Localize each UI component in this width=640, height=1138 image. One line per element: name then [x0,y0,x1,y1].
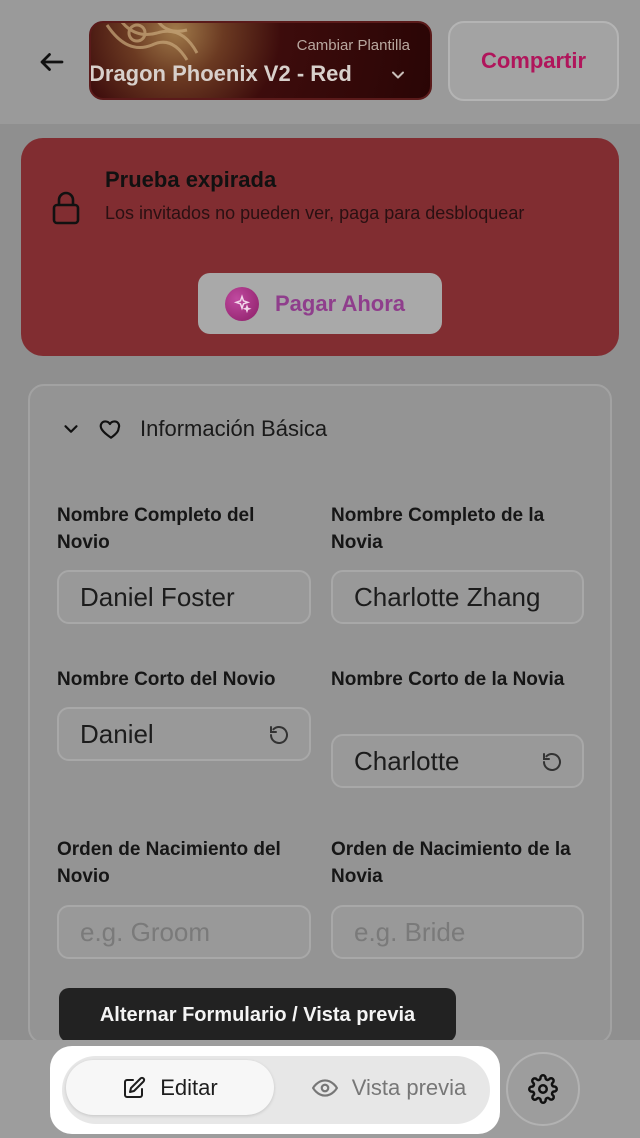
gear-icon [528,1074,558,1104]
reset-icon[interactable] [267,723,291,747]
form-preview-toggle: Editar Vista previa [50,1046,500,1134]
top-header: Cambiar Plantilla Dragon Phoenix V2 - Re… [0,0,640,124]
arrow-left-icon [40,53,64,71]
bride-short-name-input[interactable]: Charlotte [331,734,584,788]
pay-now-label: Pagar Ahora [275,290,406,316]
section-title: Información Básica [140,416,328,441]
toggle-tooltip: Alternar Formulario / Vista previa [59,988,456,1042]
bride-full-name-input[interactable]: Charlotte Zhang [331,570,584,624]
heart-icon [99,420,121,439]
toggle-track: Editar Vista previa [62,1056,490,1124]
edit-label: Editar [160,1074,218,1100]
preview-tab[interactable]: Vista previa [292,1060,486,1115]
back-button[interactable] [30,40,74,84]
pencil-square-icon [124,1076,146,1098]
eye-icon [311,1078,338,1097]
groom-birth-order-label: Orden de Nacimiento del Novio [57,839,281,887]
settings-button[interactable] [506,1052,580,1126]
basic-info-card: Información Básica Nombre Completo del N… [28,384,612,1044]
share-button[interactable]: Compartir [448,21,619,101]
chevron-down-icon [392,71,404,79]
chevron-down-icon [64,425,78,433]
groom-short-name-label: Nombre Corto del Novio [57,669,276,690]
trial-expired-banner: Prueba expirada Los invitados no pueden … [21,138,619,356]
groom-short-name-value: Daniel [80,718,154,749]
bride-short-name-value: Charlotte [354,745,460,776]
main-content: Prueba expirada Los invitados no pueden … [0,124,640,1044]
groom-birth-order-input[interactable]: e.g. Groom [57,905,311,959]
groom-full-name-input[interactable]: Daniel Foster [57,570,311,624]
groom-full-name-label: Nombre Completo del Novio [57,505,255,553]
bottom-bar: Editar Vista previa [0,1040,640,1138]
bride-birth-order-label: Orden de Nacimiento de la Novia [331,839,571,887]
sparkle-icon [225,286,259,321]
bride-full-name-label: Nombre Completo de la Novia [331,505,545,553]
banner-description: Los invitados no pueden ver, paga para d… [105,203,525,223]
banner-title: Prueba expirada [105,167,277,192]
pay-now-button[interactable]: Pagar Ahora [198,273,442,334]
section-header[interactable]: Información Básica [60,416,327,442]
edit-tab[interactable]: Editar [66,1060,274,1115]
bride-short-name-label: Nombre Corto de la Novia [331,669,565,690]
reset-icon[interactable] [540,750,564,774]
preview-label: Vista previa [351,1074,467,1100]
bride-birth-order-input[interactable]: e.g. Bride [331,905,584,959]
template-name: Dragon Phoenix V2 - Red [89,61,352,86]
groom-short-name-input[interactable]: Daniel [57,707,311,761]
template-selector[interactable]: Cambiar Plantilla Dragon Phoenix V2 - Re… [89,21,432,100]
template-subtitle: Cambiar Plantilla [296,37,410,54]
lock-icon [52,191,80,225]
